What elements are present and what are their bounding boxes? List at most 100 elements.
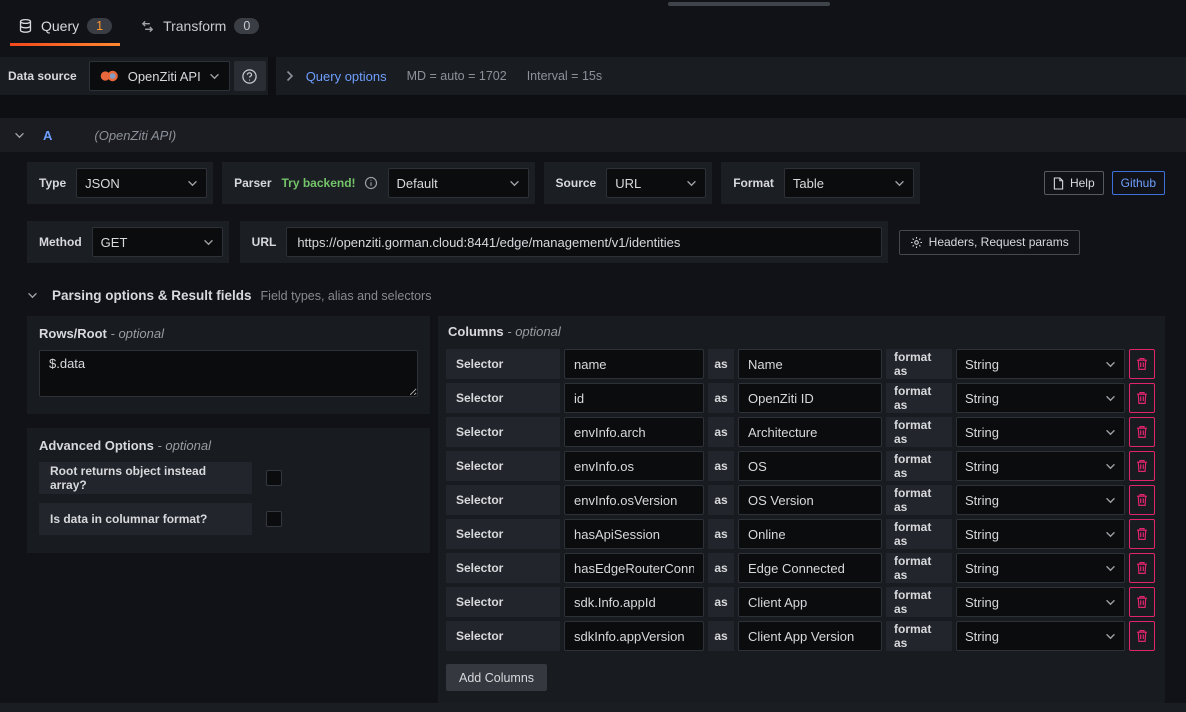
column-format-select[interactable]: String [956, 519, 1125, 549]
column-alias-input[interactable] [738, 587, 882, 617]
column-selector-input[interactable] [564, 553, 704, 583]
column-alias-input[interactable] [738, 451, 882, 481]
column-format-select[interactable]: String [956, 587, 1125, 617]
document-icon [1053, 177, 1064, 190]
tab-transform[interactable]: Transform 0 [138, 16, 261, 46]
column-alias-input[interactable] [738, 417, 882, 447]
trash-icon [1136, 561, 1148, 575]
column-format-select[interactable]: String [956, 417, 1125, 447]
method-select[interactable]: GET [92, 227, 223, 257]
method-field: Method GET [27, 221, 229, 263]
column-selector-input[interactable] [564, 383, 704, 413]
url-field: URL [240, 221, 888, 263]
top-tab-bar: Query 1 Transform 0 [0, 0, 1186, 57]
delete-column-button[interactable] [1129, 417, 1155, 447]
as-label: as [708, 485, 734, 515]
column-alias-input[interactable] [738, 621, 882, 651]
url-input[interactable] [286, 227, 881, 257]
column-format-select[interactable]: String [956, 451, 1125, 481]
pane-resize-handle[interactable] [668, 2, 830, 6]
advanced-options-title: Advanced Options - optional [39, 438, 418, 453]
column-selector-input[interactable] [564, 587, 704, 617]
format-select[interactable]: Table [784, 168, 914, 198]
chevron-down-icon [1105, 361, 1116, 368]
delete-column-button[interactable] [1129, 587, 1155, 617]
column-alias-input[interactable] [738, 519, 882, 549]
delete-column-button[interactable] [1129, 621, 1155, 651]
tab-query[interactable]: Query 1 [16, 16, 114, 46]
column-selector-input[interactable] [564, 485, 704, 515]
delete-column-button[interactable] [1129, 349, 1155, 379]
columns-label: Columns [448, 324, 504, 339]
column-format-select[interactable]: String [956, 621, 1125, 651]
format-as-label: format as [886, 383, 952, 413]
max-data-points-info: MD = auto = 1702 [407, 69, 507, 83]
headers-request-params-button[interactable]: Headers, Request params [899, 230, 1080, 255]
column-format-select[interactable]: String [956, 553, 1125, 583]
advanced-option-row: Is data in columnar format? [39, 503, 418, 535]
column-selector-input[interactable] [564, 451, 704, 481]
columns-title: Columns - optional [446, 324, 1155, 339]
collapse-chevron-icon[interactable] [27, 292, 38, 299]
column-format-select[interactable]: String [956, 349, 1125, 379]
datasource-help-button[interactable] [234, 61, 266, 91]
selector-label: Selector [446, 485, 560, 515]
collapse-chevron-icon[interactable] [14, 132, 25, 139]
optional-hint: - optional [157, 438, 210, 453]
as-label: as [708, 349, 734, 379]
github-button[interactable]: Github [1112, 171, 1165, 195]
datasource-bar: Data source OpenZiti API Query options M… [0, 57, 1186, 95]
column-selector-input[interactable] [564, 417, 704, 447]
query-editor-body: Type JSON Parser Try backend! Default So… [0, 152, 1186, 705]
parser-select-value: Default [397, 176, 438, 191]
trash-icon [1136, 493, 1148, 507]
column-alias-input[interactable] [738, 349, 882, 379]
column-row: Selector as format as String [446, 349, 1155, 379]
column-row: Selector as format as String [446, 587, 1155, 617]
parser-select[interactable]: Default [388, 168, 529, 198]
parser-backend-hint[interactable]: Try backend! [282, 176, 356, 190]
datasource-picker[interactable]: OpenZiti API [89, 61, 230, 91]
columnar-format-checkbox[interactable] [266, 511, 282, 527]
help-button[interactable]: Help [1044, 171, 1104, 195]
rows-root-title: Rows/Root - optional [39, 326, 418, 341]
rows-root-input[interactable]: $.data [39, 350, 418, 397]
add-columns-button[interactable]: Add Columns [446, 664, 547, 691]
query-row-header[interactable]: A (OpenZiti API) [0, 118, 1186, 152]
root-returns-object-checkbox[interactable] [266, 470, 282, 486]
column-selector-input[interactable] [564, 621, 704, 651]
delete-column-button[interactable] [1129, 451, 1155, 481]
parsing-section-header[interactable]: Parsing options & Result fields Field ty… [27, 288, 1165, 303]
delete-column-button[interactable] [1129, 485, 1155, 515]
datasource-label: Data source [8, 69, 77, 83]
as-label: as [708, 621, 734, 651]
type-select[interactable]: JSON [76, 168, 207, 198]
query-options-link[interactable]: Query options [306, 69, 387, 84]
as-label: as [708, 417, 734, 447]
rows-root-label: Rows/Root [39, 326, 107, 341]
chevron-down-icon [1105, 565, 1116, 572]
root-returns-object-label: Root returns object instead array? [39, 462, 252, 494]
format-label: Format [727, 176, 784, 190]
source-select[interactable]: URL [606, 168, 706, 198]
datasource-picker-value: OpenZiti API [128, 69, 201, 84]
chevron-down-icon [1105, 531, 1116, 538]
column-format-select[interactable]: String [956, 485, 1125, 515]
column-selector-input[interactable] [564, 519, 704, 549]
tab-query-label: Query [41, 18, 79, 34]
source-label: Source [550, 176, 607, 190]
column-alias-input[interactable] [738, 383, 882, 413]
delete-column-button[interactable] [1129, 383, 1155, 413]
format-as-label: format as [886, 621, 952, 651]
column-format-select[interactable]: String [956, 383, 1125, 413]
help-button-label: Help [1070, 176, 1095, 190]
column-alias-input[interactable] [738, 553, 882, 583]
column-alias-input[interactable] [738, 485, 882, 515]
delete-column-button[interactable] [1129, 553, 1155, 583]
delete-column-button[interactable] [1129, 519, 1155, 549]
chevron-down-icon [1105, 599, 1116, 606]
tab-transform-label: Transform [163, 18, 226, 34]
column-selector-input[interactable] [564, 349, 704, 379]
parsing-panels: Rows/Root - optional $.data Advanced Opt… [27, 316, 1165, 705]
columns-panel: Columns - optional Selector as format as… [438, 316, 1165, 705]
